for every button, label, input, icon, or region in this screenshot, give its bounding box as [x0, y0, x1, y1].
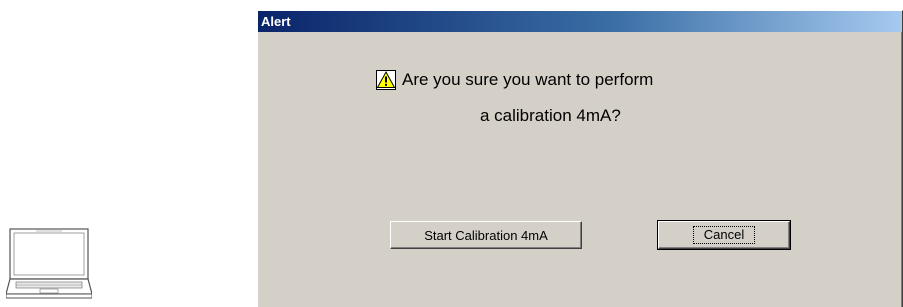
warning-icon: [376, 70, 396, 90]
message-text-2: a calibration 4mA?: [480, 106, 621, 125]
start-calibration-label: Start Calibration 4mA: [424, 227, 548, 243]
dialog-title: Alert: [261, 14, 291, 29]
message-line-1: Are you sure you want to perform: [376, 68, 653, 92]
start-calibration-button[interactable]: Start Calibration 4mA: [390, 221, 582, 249]
alert-dialog: Alert Are you sure you want to perform a…: [257, 10, 903, 307]
message-text-1: Are you sure you want to perform: [402, 70, 654, 89]
cancel-label: Cancel: [692, 226, 756, 244]
cancel-button[interactable]: Cancel: [657, 220, 791, 250]
dialog-titlebar[interactable]: Alert: [258, 11, 902, 32]
laptop-icon: [6, 228, 92, 299]
